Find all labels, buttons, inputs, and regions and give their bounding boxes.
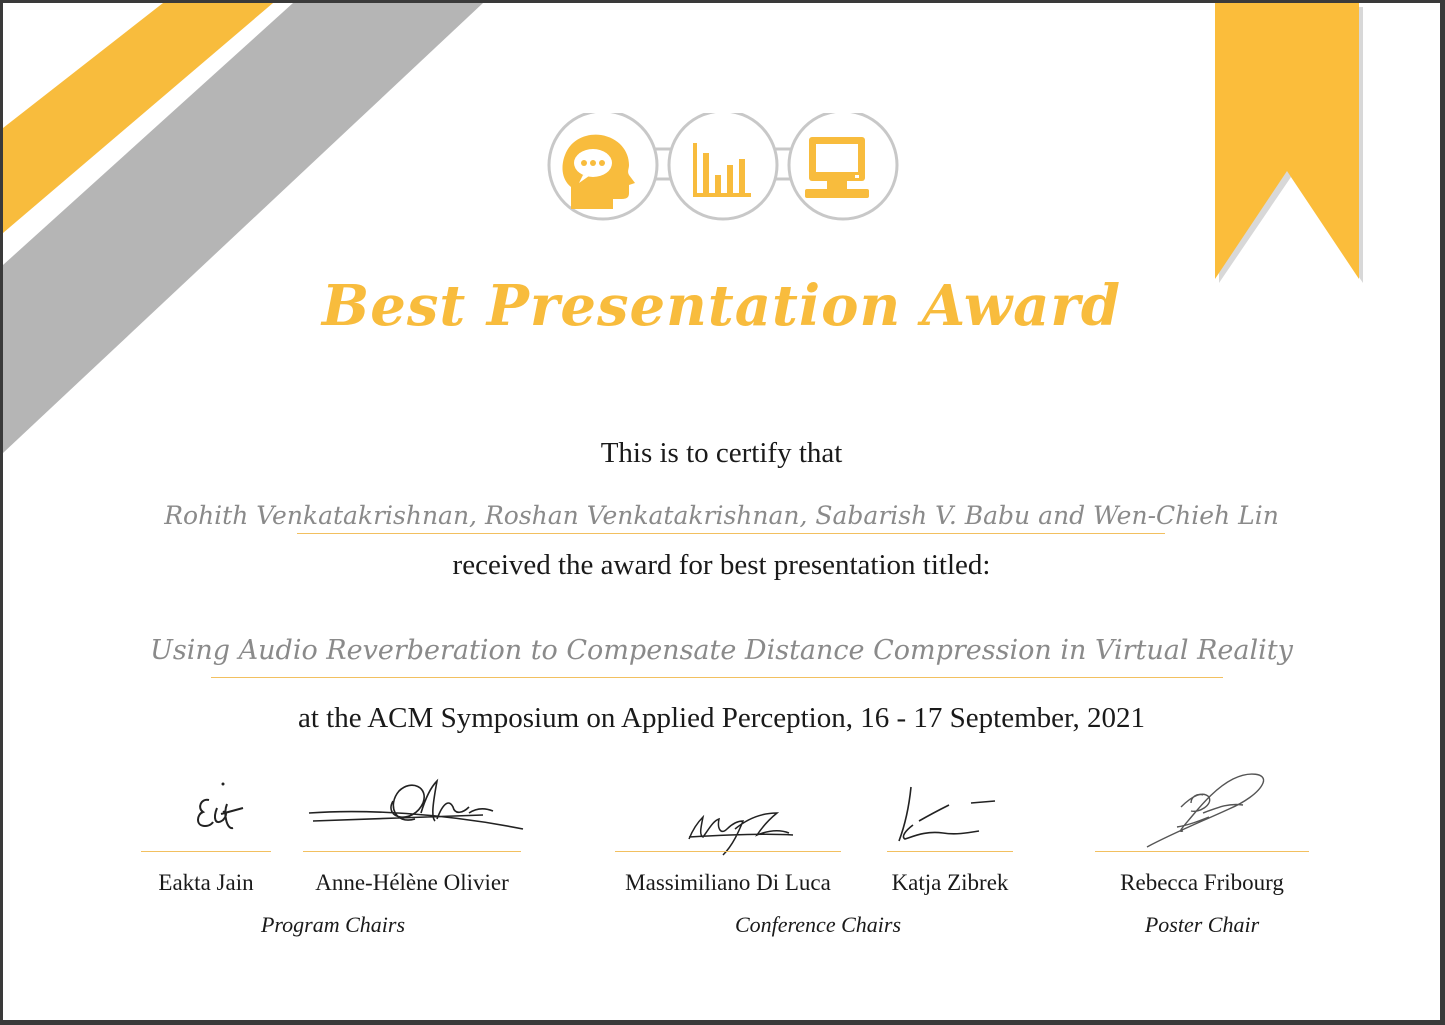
recipients-names: Rohith Venkatakrishnan, Roshan Venkatakr…	[164, 501, 1279, 530]
signature-katja-zibrek	[898, 786, 996, 842]
signatory-name-katja-zibrek: Katja Zibrek	[891, 870, 1009, 895]
event-line: at the ACM Symposium on Applied Percepti…	[297, 702, 1146, 734]
signature-line-massimiliano-di-luca	[615, 851, 841, 852]
recipients-underline	[297, 533, 1165, 534]
signature-line-katja-zibrek	[887, 851, 1013, 852]
decorative-stripes	[3, 3, 483, 453]
award-title: Best Presentation Award	[321, 273, 1122, 339]
role-program-chairs: Program Chairs	[260, 912, 406, 937]
paper-title-underline	[211, 677, 1223, 678]
certify-line: This is to certify that	[600, 437, 843, 469]
role-poster-chair: Poster Chair	[1144, 912, 1260, 937]
signatory-name-anne-helene-olivier: Anne-Hélène Olivier	[315, 870, 509, 895]
signature-line-eakta-jain	[141, 851, 271, 852]
signatory-name-rebecca-fribourg: Rebecca Fribourg	[1120, 870, 1284, 895]
signatory-name-massimiliano-di-luca: Massimiliano Di Luca	[625, 870, 831, 895]
signature-line-rebecca-fribourg	[1095, 851, 1309, 852]
signatory-name-eakta-jain: Eakta Jain	[158, 870, 254, 895]
sap-logo	[547, 113, 899, 221]
signature-rebecca-fribourg	[1146, 773, 1265, 848]
signature-anne-helene-olivier	[308, 778, 524, 830]
signature-massimiliano-di-luca	[688, 812, 794, 856]
certificate-page: Best Presentation Award This is to certi…	[3, 3, 1440, 1020]
paper-title: Using Audio Reverberation to Compensate …	[150, 635, 1293, 666]
role-conference-chairs: Conference Chairs	[735, 912, 901, 937]
signature-eakta-jain	[197, 782, 244, 830]
ribbon-decoration	[1215, 3, 1363, 283]
received-line: received the award for best presentation…	[452, 549, 991, 581]
signature-line-anne-helene-olivier	[303, 851, 521, 852]
